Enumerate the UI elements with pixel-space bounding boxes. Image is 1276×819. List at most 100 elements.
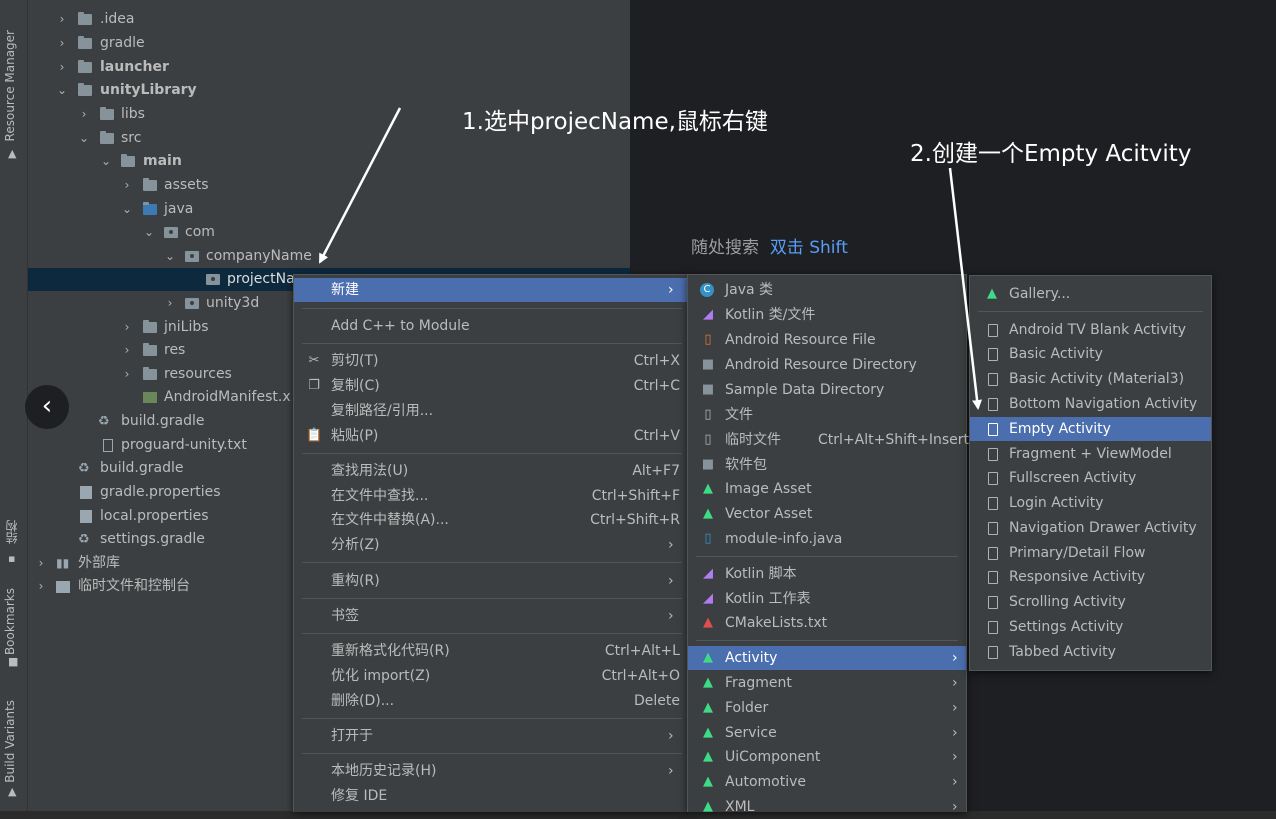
menu-item-responsive-activity[interactable]: Responsive Activity [970, 565, 1211, 589]
chevron-right-icon[interactable]: › [164, 292, 176, 315]
menu-item-folder[interactable]: ▲ Folder › [688, 696, 966, 720]
menu-item-open-in[interactable]: 打开于 › [294, 724, 688, 748]
menu-item-xml[interactable]: ▲ XML › [688, 795, 966, 819]
menu-item-find-in-files[interactable]: 在文件中查找... Ctrl+Shift+F [294, 484, 688, 508]
menu-item-login-activity[interactable]: Login Activity [970, 491, 1211, 515]
menu-item-replace-in-files[interactable]: 在文件中替换(A)... Ctrl+Shift+R [294, 508, 688, 532]
menu-item-find-usages[interactable]: 查找用法(U) Alt+F7 [294, 459, 688, 483]
menu-item-scratch-file[interactable]: ▯ 临时文件 Ctrl+Alt+Shift+Insert [688, 428, 969, 452]
menu-item-empty-activity[interactable]: Empty Activity [970, 417, 1211, 441]
tree-node-local-properties[interactable]: local.properties [28, 505, 328, 528]
tree-node-manifest[interactable]: AndroidManifest.x [28, 386, 328, 409]
menu-item-copy[interactable]: ❐ 复制(C) Ctrl+C [294, 374, 688, 398]
menu-item-android-resource-directory[interactable]: ■ Android Resource Directory [688, 353, 966, 377]
menu-item-kotlin-worksheet[interactable]: ◢ Kotlin 工作表 [688, 587, 966, 611]
menu-item-activity[interactable]: ▲ Activity › [688, 646, 966, 670]
tree-node-settings-gradle[interactable]: ♻ settings.gradle [28, 528, 328, 551]
menu-item-service[interactable]: ▲ Service › [688, 721, 966, 745]
menu-item-sample-data-directory[interactable]: ■ Sample Data Directory [688, 378, 966, 402]
chevron-right-icon[interactable]: › [35, 575, 47, 598]
menu-item-repair-ide[interactable]: 修复 IDE [294, 784, 688, 808]
chevron-right-icon[interactable]: › [56, 32, 68, 55]
menu-item-copy-path[interactable]: 复制路径/引用... [294, 399, 688, 423]
menu-item-fragment-viewmodel[interactable]: Fragment + ViewModel [970, 442, 1211, 466]
menu-item-cmakelists[interactable]: ▲ CMakeLists.txt [688, 611, 966, 635]
menu-item-delete[interactable]: 删除(D)... Delete [294, 689, 688, 713]
resource-manager-tab[interactable]: Resource Manager [3, 30, 17, 141]
chevron-down-icon[interactable]: ⌄ [100, 150, 112, 173]
menu-item-kotlin-class[interactable]: ◢ Kotlin 类/文件 [688, 303, 966, 327]
menu-item-scrolling-activity[interactable]: Scrolling Activity [970, 590, 1211, 614]
tree-node-idea[interactable]: › .idea [28, 8, 328, 31]
structure-tab[interactable]: 结构 [3, 520, 20, 544]
tree-node-unitylibrary[interactable]: ⌄ unityLibrary [28, 79, 328, 102]
tree-node-main[interactable]: ⌄ main [28, 150, 328, 173]
tree-node-res[interactable]: › res [28, 339, 328, 362]
menu-item-android-resource-file[interactable]: ▯ Android Resource File [688, 328, 966, 352]
bookmarks-tab[interactable]: Bookmarks [3, 588, 17, 655]
tree-node-com[interactable]: ⌄ com [28, 221, 328, 244]
menu-item-file[interactable]: ▯ 文件 [688, 403, 966, 427]
chevron-right-icon[interactable]: › [121, 339, 133, 362]
menu-item-package[interactable]: ■ 软件包 [688, 453, 966, 477]
chevron-down-icon[interactable]: ⌄ [164, 245, 176, 268]
tree-node-src[interactable]: ⌄ src [28, 127, 328, 150]
menu-item-java-class[interactable]: C Java 类 [688, 278, 966, 302]
tree-node-build-gradle-inner[interactable]: ♻ build.gradle [28, 410, 328, 433]
chevron-right-icon[interactable]: › [121, 174, 133, 197]
menu-item-primary-detail-flow[interactable]: Primary/Detail Flow [970, 541, 1211, 565]
chevron-down-icon[interactable]: ⌄ [56, 79, 68, 102]
tree-node-proguard[interactable]: proguard-unity.txt [28, 434, 328, 457]
tree-node-jnilibs[interactable]: › jniLibs [28, 316, 328, 339]
chevron-right-icon[interactable]: › [56, 56, 68, 79]
tree-node-java[interactable]: ⌄ java [28, 198, 328, 221]
tree-node-scratches[interactable]: › 临时文件和控制台 [28, 575, 328, 598]
menu-item-new[interactable]: 新建 › [294, 278, 688, 302]
menu-item-local-history[interactable]: 本地历史记录(H) › [294, 759, 688, 783]
menu-item-tabbed-activity[interactable]: Tabbed Activity [970, 640, 1211, 664]
tree-node-companyname[interactable]: ⌄ companyName [28, 245, 328, 268]
chevron-right-icon[interactable]: › [121, 316, 133, 339]
chevron-down-icon[interactable]: ⌄ [121, 198, 133, 221]
menu-item-basic-activity[interactable]: Basic Activity [970, 342, 1211, 366]
build-variants-tab[interactable]: Build Variants [3, 700, 17, 783]
menu-item-analyze[interactable]: 分析(Z) › [294, 533, 688, 557]
menu-item-kotlin-script[interactable]: ◢ Kotlin 脚本 [688, 562, 966, 586]
menu-item-bookmarks[interactable]: 书签 › [294, 604, 688, 628]
menu-item-bottom-navigation-activity[interactable]: Bottom Navigation Activity [970, 392, 1211, 416]
menu-item-gallery[interactable]: ▲ Gallery... [970, 282, 1211, 306]
chevron-right-icon[interactable]: › [35, 552, 47, 575]
tree-node-libs[interactable]: › libs [28, 103, 328, 126]
chevron-down-icon[interactable]: ⌄ [78, 127, 90, 150]
chevron-right-icon[interactable]: › [78, 103, 90, 126]
menu-item-cut[interactable]: ✂ 剪切(T) Ctrl+X [294, 349, 688, 373]
menu-item-fragment[interactable]: ▲ Fragment › [688, 671, 966, 695]
tree-node-build-gradle[interactable]: ♻ build.gradle [28, 457, 328, 480]
menu-item-optimize-imports[interactable]: 优化 import(Z) Ctrl+Alt+O [294, 664, 688, 688]
menu-item-automotive[interactable]: ▲ Automotive › [688, 770, 966, 794]
tree-node-gradle[interactable]: › gradle [28, 32, 328, 55]
menu-item-module-info[interactable]: ▯ module-info.java [688, 527, 966, 551]
menu-item-add-cpp[interactable]: Add C++ to Module [294, 314, 688, 338]
tree-node-external-libraries[interactable]: › ▮▮ 外部库 [28, 552, 328, 575]
chevron-right-icon[interactable]: › [121, 363, 133, 386]
tree-node-resources[interactable]: › resources [28, 363, 328, 386]
menu-item-vector-asset[interactable]: ▲ Vector Asset [688, 502, 966, 526]
menu-item-paste[interactable]: 📋 粘贴(P) Ctrl+V [294, 424, 688, 448]
menu-item-settings-activity[interactable]: Settings Activity [970, 615, 1211, 639]
tree-node-gradle-properties[interactable]: gradle.properties [28, 481, 328, 504]
menu-item-uicomponent[interactable]: ▲ UiComponent › [688, 745, 966, 769]
menu-item-reformat[interactable]: 重新格式化代码(R) Ctrl+Alt+L [294, 639, 688, 663]
menu-item-android-tv-blank-activity[interactable]: Android TV Blank Activity [970, 318, 1211, 342]
menu-item-basic-activity-material3[interactable]: Basic Activity (Material3) [970, 367, 1211, 391]
menu-item-navigation-drawer-activity[interactable]: Navigation Drawer Activity [970, 516, 1211, 540]
menu-item-refactor[interactable]: 重构(R) › [294, 569, 688, 593]
tree-node-unity3d[interactable]: › unity3d [28, 292, 328, 315]
back-button[interactable]: ‹ [25, 385, 69, 429]
chevron-right-icon[interactable]: › [56, 8, 68, 31]
menu-item-fullscreen-activity[interactable]: Fullscreen Activity [970, 466, 1211, 490]
tree-node-launcher[interactable]: › launcher [28, 56, 328, 79]
menu-item-image-asset[interactable]: ▲ Image Asset [688, 477, 966, 501]
tree-node-assets[interactable]: › assets [28, 174, 328, 197]
chevron-down-icon[interactable]: ⌄ [143, 221, 155, 244]
